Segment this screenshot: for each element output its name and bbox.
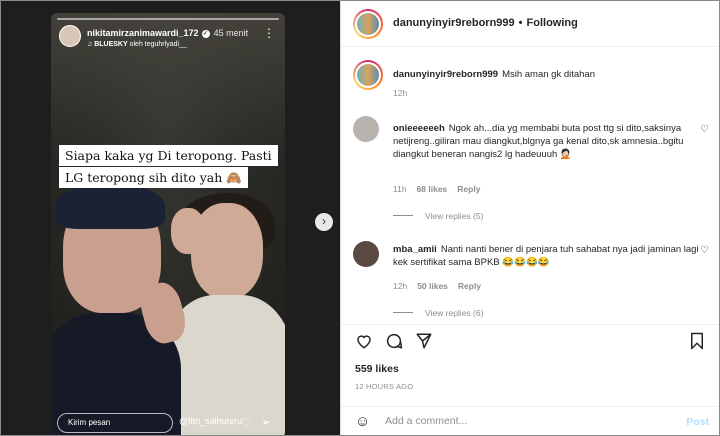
story-username-row: nikitamirzanimawardi_172 ✓ 45 menit: [87, 28, 248, 38]
story-avatar: [59, 25, 81, 47]
story-caption: Siapa kaka yg Di teropong. Pasti LG tero…: [59, 145, 279, 189]
author-row: danunyinyir9reborn999 • Following: [393, 17, 578, 29]
commenter-username[interactable]: onieeeeeeh: [393, 123, 445, 134]
post-actions: 559 likes 12 HOURS AGO: [341, 324, 719, 399]
story-heart-icon: ♡: [241, 416, 252, 430]
more-options-icon: ⋮: [263, 26, 275, 40]
music-artist: oleh teguhrlyadi__: [129, 41, 187, 48]
view-replies-button[interactable]: View replies (5): [393, 211, 483, 221]
post-date[interactable]: 12 HOURS AGO: [355, 382, 413, 391]
comment-time: 12h: [393, 281, 408, 291]
view-replies-label: View replies (6): [425, 308, 484, 318]
comment-body: Nanti nanti bener di penjara tuh sahabat…: [393, 244, 699, 268]
following-button[interactable]: Following: [527, 17, 578, 29]
comment-text: onieeeeeeh Ngok ah...dia yg membabi buta …: [393, 122, 703, 161]
heart-icon[interactable]: [355, 332, 373, 353]
caption-time: 12h: [393, 88, 408, 98]
reply-button[interactable]: Reply: [457, 184, 480, 194]
comments-list[interactable]: danunyinyir9reborn999 Msih aman gk ditaha…: [341, 48, 719, 324]
caption-username[interactable]: danunyinyir9reborn999: [393, 69, 498, 80]
comment-like-icon[interactable]: ♡: [700, 124, 709, 135]
comment-likes[interactable]: 50 likes: [417, 281, 448, 291]
comment-time: 11h: [393, 184, 407, 194]
comment-meta: 11h 68 likes Reply: [393, 184, 490, 194]
baseball-cap: [55, 183, 165, 229]
bookmark-icon[interactable]: [689, 332, 705, 353]
music-title: BLUESKY: [94, 41, 128, 48]
next-slide-button[interactable]: ›: [315, 213, 333, 231]
reply-button[interactable]: Reply: [458, 281, 481, 291]
comment-like-icon[interactable]: ♡: [700, 245, 709, 256]
caption-line-1: Siapa kaka yg Di teropong. Pasti: [59, 145, 278, 166]
story-username: nikitamirzanimawardi_172: [87, 28, 199, 38]
add-comment-bar: ☺ Post: [341, 406, 719, 435]
story-music: ♫ BLUESKY oleh teguhrlyadi__: [87, 41, 187, 48]
commenter-username[interactable]: mba_amii: [393, 244, 437, 255]
story-header: nikitamirzanimawardi_172 ✓ 45 menit ♫ BLUE…: [59, 25, 277, 59]
add-comment-input[interactable]: [385, 415, 665, 427]
story-time: 45 menit: [213, 28, 249, 38]
caption-line-2: LG teropong sih dito yah 🙈: [59, 167, 248, 188]
caption-text: danunyinyir9reborn999 Msih aman gk ditaha…: [393, 68, 703, 81]
caption-body: Msih aman gk ditahan: [502, 69, 596, 80]
likes-count[interactable]: 559 likes: [355, 363, 399, 375]
story-mention-tag: @fitri_salhuteru: [179, 416, 243, 426]
view-replies-label: View replies (5): [425, 211, 484, 221]
story-progress-bar: [57, 18, 279, 20]
story-send-icon: ➢: [261, 415, 272, 429]
post-media[interactable]: nikitamirzanimawardi_172 ✓ 45 menit ♫ BLUE…: [1, 1, 340, 435]
comment-icon[interactable]: [385, 332, 403, 353]
post-side-panel: danunyinyir9reborn999 • Following danunyin…: [340, 1, 719, 435]
caption-meta: 12h: [393, 88, 417, 98]
comment-text: mba_amii Nanti nanti bener di penjara tuh…: [393, 243, 703, 269]
post-header: danunyinyir9reborn999 • Following: [341, 1, 719, 47]
post-comment-button[interactable]: Post: [686, 416, 709, 428]
author-avatar[interactable]: [353, 60, 383, 90]
view-replies-button[interactable]: View replies (6): [393, 308, 483, 318]
share-icon[interactable]: [415, 332, 433, 353]
story-screenshot-image: nikitamirzanimawardi_172 ✓ 45 menit ♫ BLUE…: [51, 13, 285, 435]
story-reply-field: Kirim pesan: [57, 413, 173, 433]
commenter-avatar[interactable]: [353, 241, 379, 267]
author-avatar[interactable]: [353, 9, 383, 39]
ok-hand-gesture: [171, 208, 205, 254]
comment-likes[interactable]: 68 likes: [417, 184, 448, 194]
author-username[interactable]: danunyinyir9reborn999: [393, 17, 515, 29]
verified-icon: ✓: [201, 30, 210, 38]
emoji-icon[interactable]: ☺: [355, 413, 370, 430]
comment-meta: 12h 50 likes Reply: [393, 281, 491, 291]
commenter-avatar[interactable]: [353, 116, 379, 142]
